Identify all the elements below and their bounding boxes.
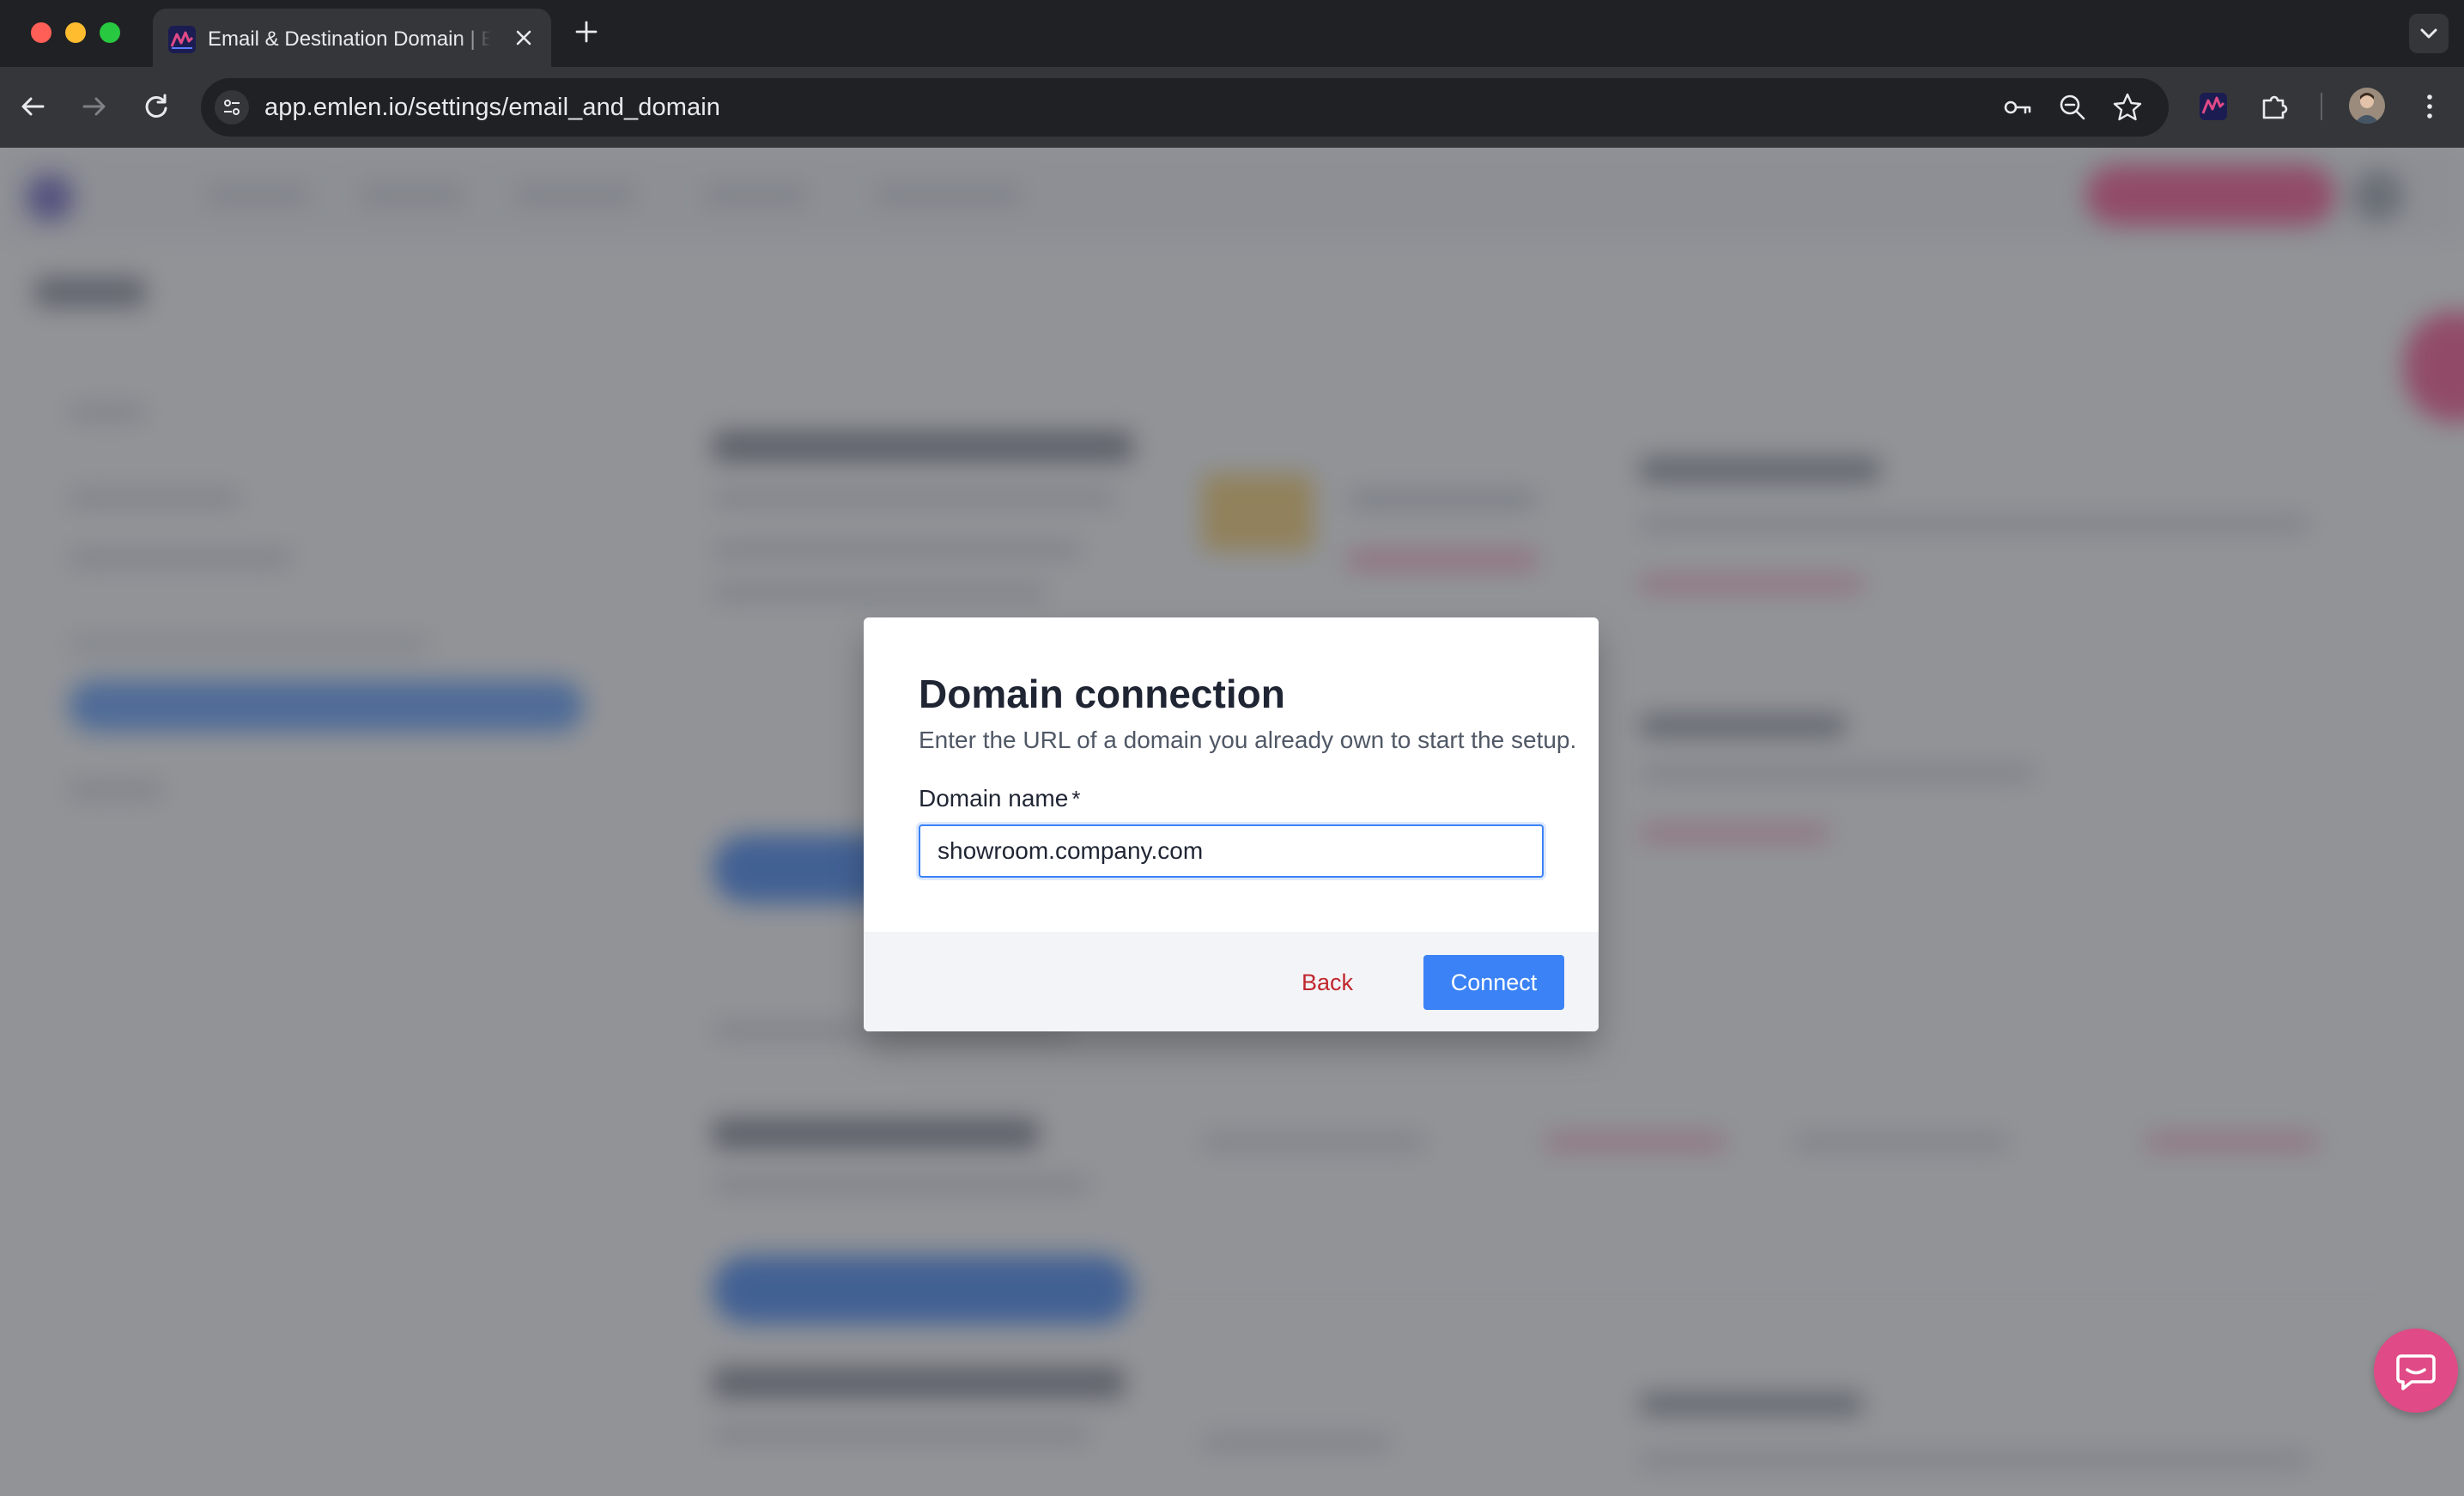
tab-title: Email & Destination Domain | Emlen [208, 27, 491, 51]
dialog-description: Enter the URL of a domain you already ow… [919, 727, 1577, 753]
profile-avatar[interactable] [2349, 88, 2385, 124]
domain-name-label-text: Domain name [919, 785, 1069, 812]
dialog-footer: Back Connect [864, 932, 1599, 1031]
zoom-out-icon[interactable] [2055, 90, 2090, 125]
dialog-title: Domain connection [919, 672, 1285, 716]
chat-support-button[interactable] [2374, 1329, 2458, 1413]
chevron-down-icon [2420, 28, 2437, 39]
new-tab-icon[interactable] [574, 19, 599, 45]
domain-name-input[interactable] [919, 824, 1544, 878]
tab-search-button[interactable] [2409, 14, 2449, 53]
domain-name-label: Domain name * [919, 785, 1080, 812]
browser-tab-strip: Email & Destination Domain | Emlen [0, 0, 2464, 67]
chat-bubble-icon [2396, 1354, 2436, 1390]
back-button[interactable]: Back [1279, 955, 1375, 1010]
window-maximize-button[interactable] [100, 22, 120, 43]
emlen-extension-icon[interactable] [2194, 88, 2232, 125]
required-mark: * [1071, 786, 1081, 812]
window-minimize-button[interactable] [65, 22, 86, 43]
url-text: app.emlen.io/settings/email_and_domain [264, 94, 720, 121]
tab-close-icon[interactable] [512, 26, 536, 50]
emlen-logo-icon [168, 26, 196, 53]
forward-arrow-icon[interactable] [76, 88, 113, 125]
toolbar-divider [2321, 93, 2322, 120]
back-arrow-icon[interactable] [14, 88, 52, 125]
bookmark-star-icon[interactable] [2110, 90, 2145, 125]
extensions-puzzle-icon[interactable] [2256, 88, 2294, 125]
reload-icon[interactable] [137, 88, 175, 125]
more-vertical-icon[interactable] [2411, 88, 2449, 125]
window-close-button[interactable] [31, 22, 52, 43]
user-avatar-icon [2349, 88, 2385, 124]
site-settings-button[interactable] [215, 90, 249, 125]
key-icon[interactable] [2000, 90, 2035, 125]
active-tab[interactable]: Email & Destination Domain | Emlen [153, 9, 551, 67]
connect-button[interactable]: Connect [1423, 955, 1564, 1010]
domain-connection-dialog: Domain connection Enter the URL of a dom… [864, 617, 1599, 1031]
address-bar[interactable]: app.emlen.io/settings/email_and_domain [201, 78, 2169, 137]
tune-icon [224, 100, 240, 115]
